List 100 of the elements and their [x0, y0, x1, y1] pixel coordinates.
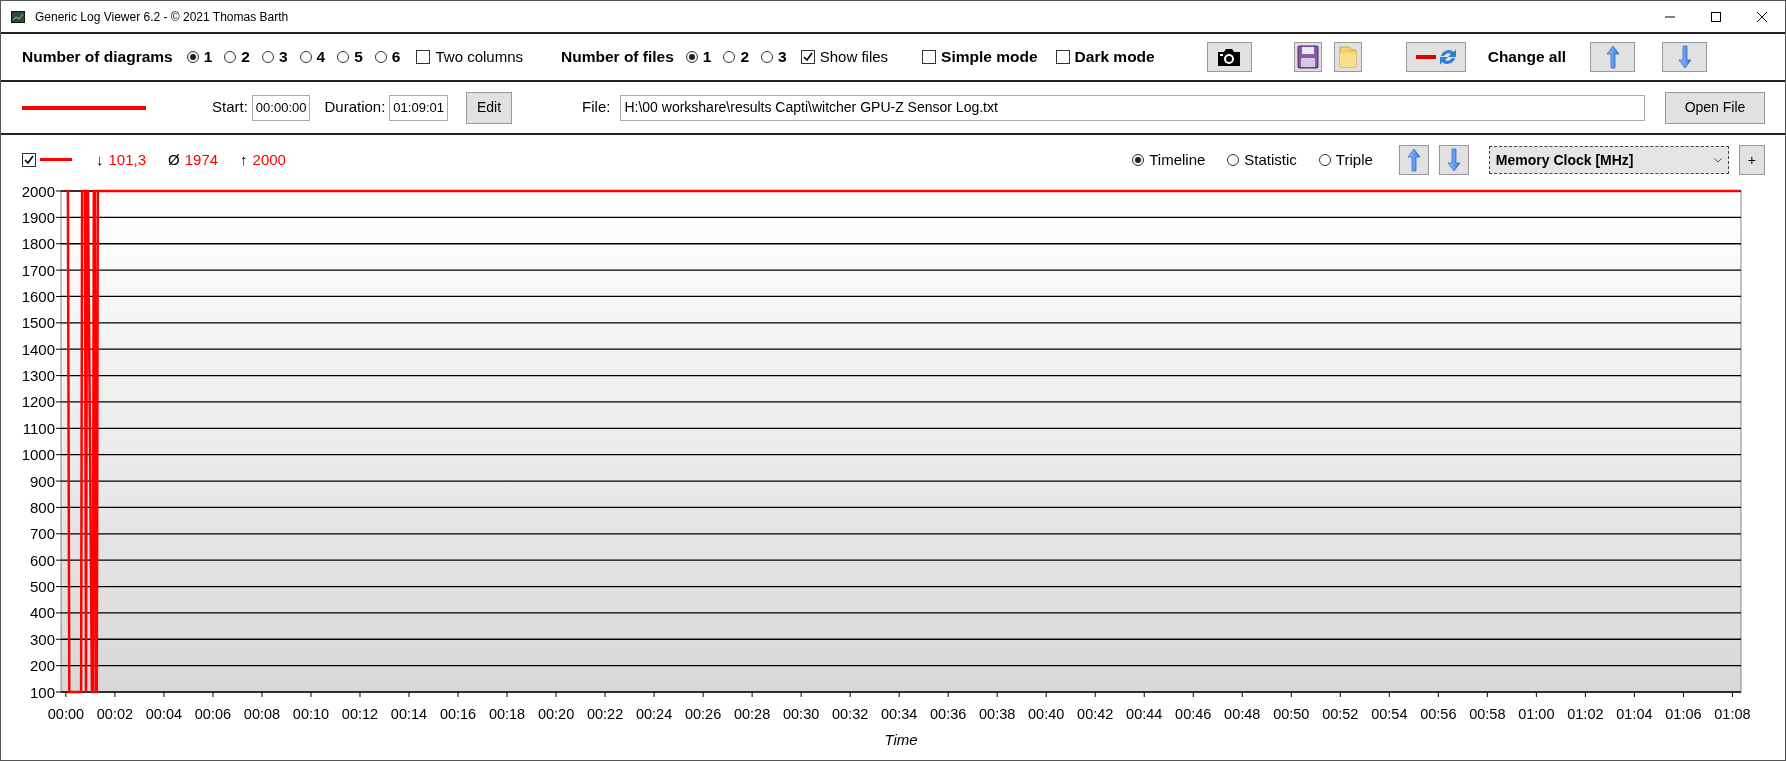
x-tick-label: 00:28: [733, 706, 771, 722]
stat-value: 2000: [252, 149, 286, 170]
file-path-field[interactable]: H:\00 workshare\results Capti\witcher GPU-Z Sensor Log.txt: [620, 94, 1645, 121]
stat-symbol: ↑: [240, 149, 248, 170]
file-count-option[interactable]: 3: [761, 45, 787, 69]
stat-symbol: ↓: [96, 149, 104, 170]
x-tick-label: 01:00: [1518, 706, 1555, 722]
channel-dropdown[interactable]: Memory Clock [MHz]: [1488, 146, 1729, 174]
x-tick-label: 00:26: [684, 706, 722, 722]
x-tick-label: 00:24: [635, 706, 673, 722]
x-tick-label: 00:32: [832, 706, 869, 722]
y-tick-label: 1600: [21, 287, 55, 305]
diagram-count-option[interactable]: 3: [262, 45, 288, 69]
diagram-count-option[interactable]: 5: [337, 45, 363, 69]
x-tick-label: 00:40: [1028, 706, 1065, 722]
two-columns-checkbox[interactable]: Two columns: [416, 45, 524, 69]
x-axis-title: Time: [884, 731, 918, 748]
diagram-count-option[interactable]: 2: [224, 45, 250, 69]
y-tick-label: 300: [29, 630, 55, 648]
view-option[interactable]: Statistic: [1227, 148, 1297, 172]
save-button[interactable]: [1293, 42, 1322, 72]
start-label: Start:: [212, 97, 248, 118]
x-tick-label: 00:20: [537, 706, 575, 722]
checkmark-icon: [801, 51, 814, 63]
line-legend-icon: [22, 105, 146, 110]
x-tick-label: 00:14: [390, 706, 428, 722]
line-legend-icon: [40, 158, 72, 162]
visibility-checkbox[interactable]: [22, 153, 36, 167]
y-tick-label: 1000: [21, 446, 55, 464]
open-folder-button[interactable]: [1333, 42, 1362, 72]
x-tick-label: 00:04: [145, 706, 183, 722]
y-tick-label: 1500: [21, 314, 55, 332]
x-tick-label: 01:02: [1567, 706, 1604, 722]
x-tick-label: 00:36: [930, 706, 967, 722]
checkmark-icon: [23, 154, 35, 166]
view-option[interactable]: Triple: [1318, 148, 1373, 172]
y-tick-label: 1100: [22, 419, 55, 437]
y-tick-label: 600: [29, 551, 55, 569]
x-tick-label: 00:44: [1126, 706, 1163, 722]
add-button[interactable]: +: [1738, 145, 1765, 175]
x-tick-label: 00:06: [194, 706, 232, 722]
x-tick-label: 00:46: [1175, 706, 1212, 722]
diagram-count-option[interactable]: 1: [186, 45, 213, 69]
diagram-count-option[interactable]: 4: [299, 45, 326, 69]
x-tick-label: 00:18: [488, 706, 526, 722]
show-files-checkbox[interactable]: Show files: [800, 45, 889, 69]
app-icon: [11, 10, 25, 23]
move-down-button[interactable]: [1662, 42, 1708, 72]
x-tick-label: 01:06: [1665, 706, 1702, 722]
diagrams-label: Number of diagrams: [22, 47, 173, 68]
y-tick-label: 1700: [21, 261, 55, 279]
window-title: Generic Log Viewer 6.2 - © 2021 Thomas Barth: [35, 8, 289, 26]
x-tick-label: 00:48: [1224, 706, 1261, 722]
duration-field[interactable]: 01:09:01: [389, 94, 448, 121]
file-label: File:: [582, 97, 611, 118]
x-tick-label: 00:52: [1322, 706, 1359, 722]
y-tick-label: 1200: [21, 393, 55, 411]
chevron-down-icon: [1713, 157, 1722, 163]
diagram-count-option[interactable]: 6: [374, 45, 401, 69]
edit-button[interactable]: Edit: [465, 91, 513, 124]
folder-icon: [1336, 45, 1359, 69]
start-time-field[interactable]: 00:00:00: [251, 94, 311, 121]
move-down-button[interactable]: [1438, 145, 1469, 175]
move-up-button[interactable]: [1590, 42, 1636, 72]
x-tick-label: 00:22: [586, 706, 624, 722]
x-tick-label: 00:54: [1371, 706, 1408, 722]
view-option[interactable]: Timeline: [1132, 148, 1206, 172]
x-tick-label: 00:30: [783, 706, 820, 722]
x-tick-label: 00:16: [439, 706, 477, 722]
y-tick-label: 400: [29, 604, 55, 622]
y-tick-label: 1900: [21, 208, 55, 226]
files-label: Number of files: [561, 47, 674, 68]
x-tick-label: 00:00: [47, 706, 85, 722]
x-tick-label: 00:08: [243, 706, 281, 722]
y-tick-label: 1400: [21, 340, 55, 358]
file-count-option[interactable]: 2: [723, 45, 750, 69]
y-tick-label: 900: [29, 472, 55, 490]
close-icon: [1756, 10, 1768, 23]
dark-mode-checkbox[interactable]: Dark mode: [1055, 45, 1155, 69]
y-tick-label: 800: [29, 498, 55, 516]
x-tick-label: 00:42: [1077, 706, 1114, 722]
move-up-button[interactable]: [1398, 145, 1429, 175]
camera-button[interactable]: [1206, 42, 1252, 72]
line-refresh-button[interactable]: [1405, 42, 1466, 72]
x-tick-label: 00:56: [1420, 706, 1457, 722]
x-tick-label: 00:10: [292, 706, 330, 722]
stat-symbol: Ø: [168, 149, 180, 170]
x-tick-label: 01:04: [1616, 706, 1653, 722]
x-tick-label: 01:08: [1714, 706, 1751, 722]
y-tick-label: 700: [29, 525, 55, 543]
file-count-option[interactable]: 1: [685, 45, 712, 69]
y-tick-label: 200: [29, 657, 55, 675]
y-tick-label: 100: [29, 683, 55, 701]
x-tick-label: 00:02: [96, 706, 134, 722]
x-tick-label: 00:38: [979, 706, 1016, 722]
maximize-icon: [1710, 10, 1722, 23]
open-file-button[interactable]: Open File: [1665, 91, 1765, 124]
stat-value: 101,3: [108, 149, 147, 170]
duration-label: Duration:: [324, 97, 386, 118]
simple-mode-checkbox[interactable]: Simple mode: [922, 45, 1038, 69]
